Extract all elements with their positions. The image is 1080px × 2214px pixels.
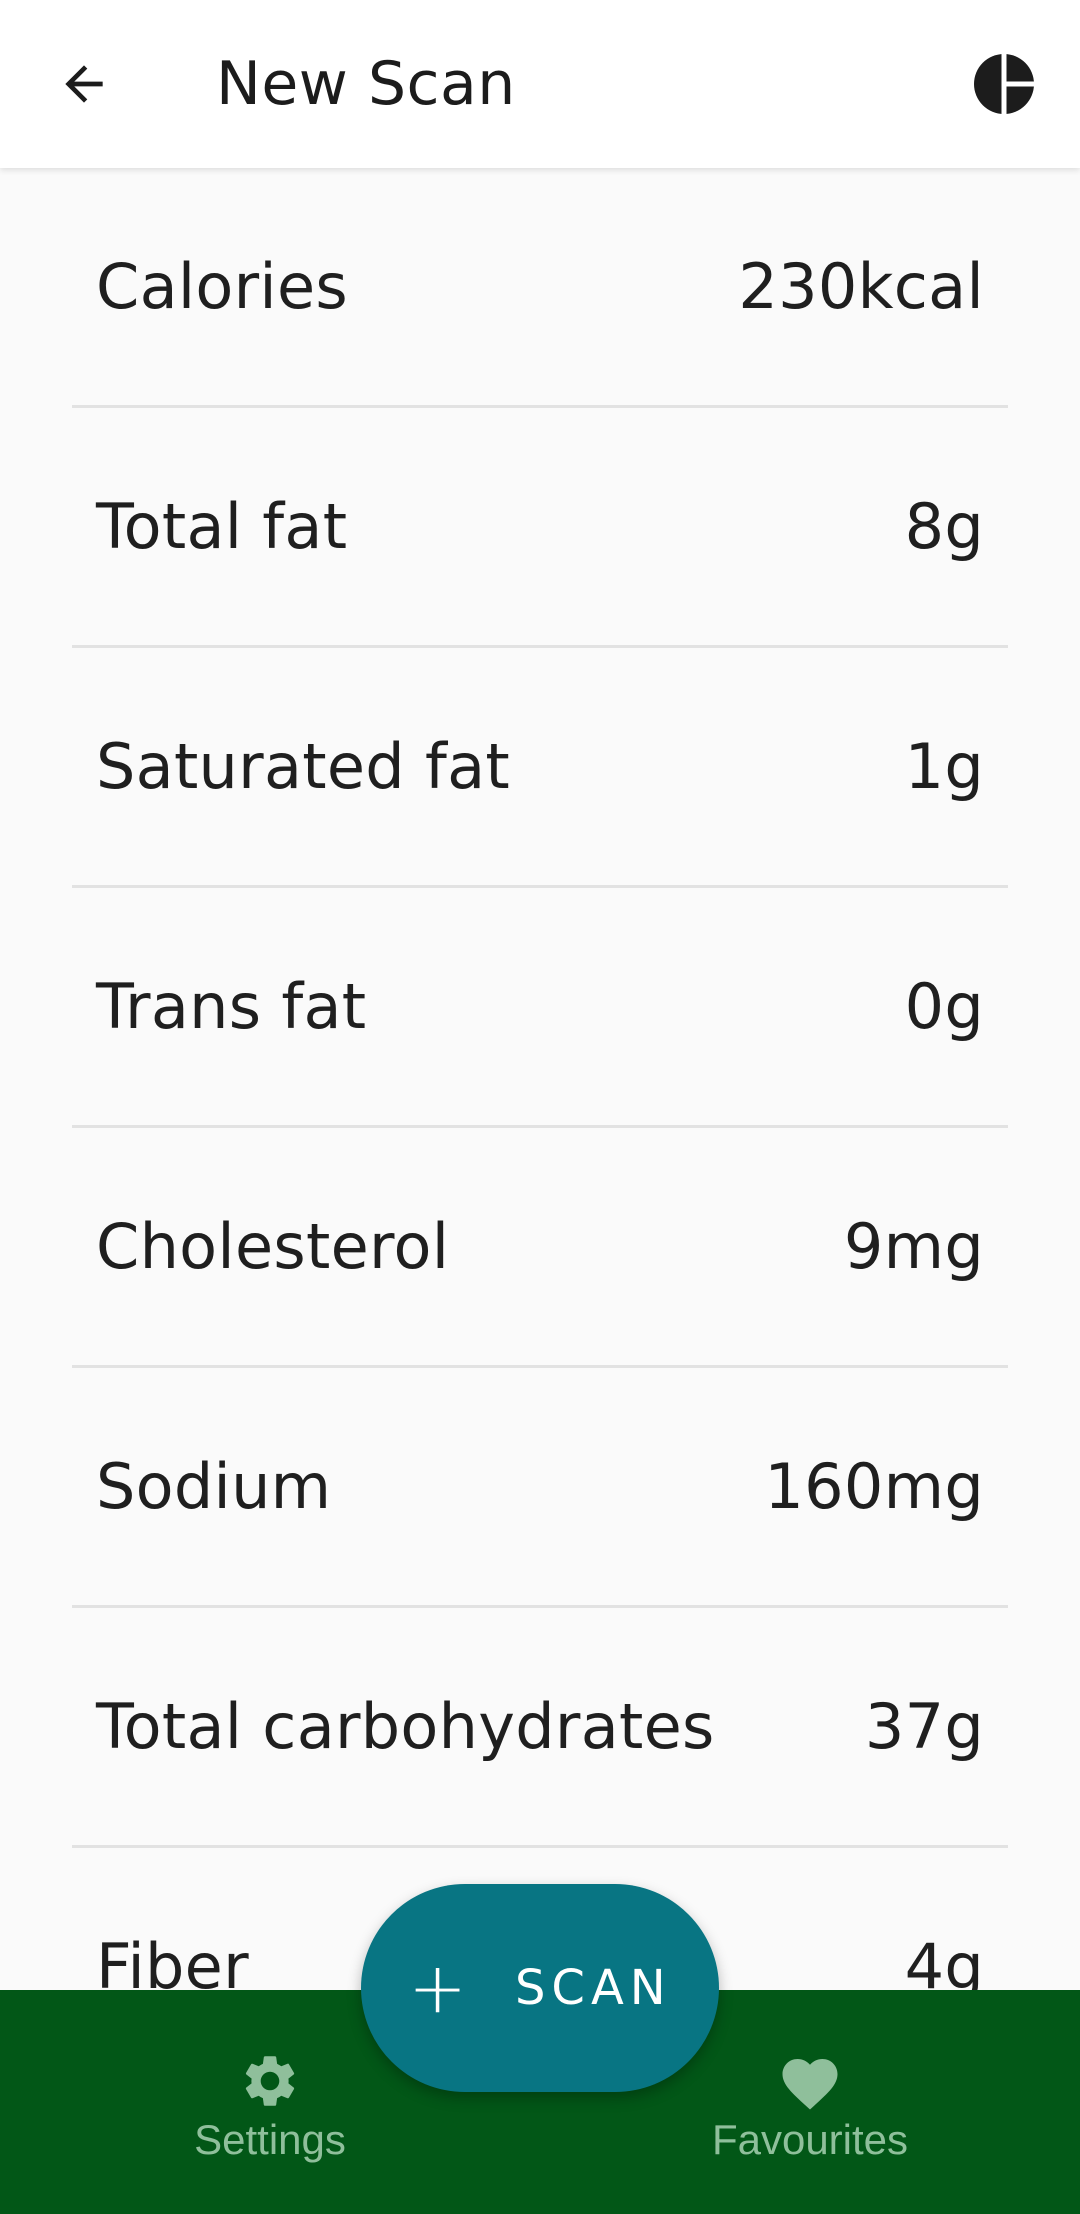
nutrient-value: 230kcal — [738, 250, 984, 323]
nav-label-favourites: Favourites — [711, 2116, 909, 2163]
nutrition-list: Calories 230kcal Total fat 8g Saturated … — [72, 168, 1008, 1990]
nutrient-label: Cholesterol — [96, 1210, 450, 1283]
nutrient-label: Saturated fat — [96, 730, 510, 803]
nutrient-value: 160mg — [764, 1450, 984, 1523]
plus-icon: + — [408, 1947, 467, 2029]
nutrient-row-total-fat: Total fat 8g — [72, 408, 1008, 648]
arrow-left-icon — [65, 65, 103, 103]
nutrient-value: 0g — [904, 970, 984, 1043]
nutrient-label: Fiber — [96, 1930, 249, 1990]
theme-toggle-button[interactable] — [966, 46, 1042, 122]
nutrient-label: Trans fat — [96, 970, 367, 1043]
heart-icon — [782, 2059, 838, 2110]
nutrient-label: Total fat — [96, 490, 348, 563]
nutrient-value: 4g — [904, 1930, 984, 1990]
scan-fab-button[interactable]: + SCAN — [361, 1884, 719, 2092]
nav-label-settings: Settings — [194, 2116, 346, 2163]
nutrient-row-sodium: Sodium 160mg — [72, 1368, 1008, 1608]
app-bar: New Scan — [0, 0, 1080, 168]
nutrient-value: 8g — [904, 490, 984, 563]
nutrient-row-saturated-fat: Saturated fat 1g — [72, 648, 1008, 888]
scan-button-label: SCAN — [514, 1960, 672, 2016]
nutrient-row-calories: Calories 230kcal — [72, 168, 1008, 408]
nutrient-label: Sodium — [96, 1450, 332, 1523]
nutrient-row-trans-fat: Trans fat 0g — [72, 888, 1008, 1128]
nutrient-label: Total carbohydrates — [96, 1690, 715, 1763]
nutrient-value: 37g — [864, 1690, 984, 1763]
nutrient-value: 9mg — [843, 1210, 984, 1283]
gear-icon — [245, 2056, 295, 2106]
back-button[interactable] — [44, 44, 124, 124]
nutrient-row-total-carbohydrates: Total carbohydrates 37g — [72, 1608, 1008, 1848]
nutrient-value: 1g — [904, 730, 984, 803]
contrast-icon — [974, 53, 1035, 115]
nutrient-row-cholesterol: Cholesterol 9mg — [72, 1128, 1008, 1368]
page-title: New Scan — [216, 49, 516, 119]
nutrient-label: Calories — [96, 250, 349, 323]
